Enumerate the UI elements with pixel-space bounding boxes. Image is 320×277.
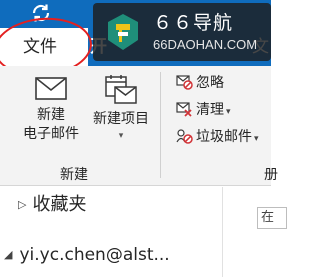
new-items-dropdown-caret[interactable]: ▾ <box>88 129 154 143</box>
group-label-new: 新建 <box>60 167 88 183</box>
clean-up-button[interactable]: 清理 ▾ <box>176 99 231 121</box>
new-items-button[interactable]: 新建项目 ▾ <box>88 74 154 143</box>
account-folder[interactable]: ◢ yi.yc.chen@alst... <box>4 245 170 265</box>
ignore-conversation-icon <box>176 75 193 90</box>
folder-pane: ▷ 收藏夹 在 ◢ yi.yc.chen@alst... <box>0 187 287 277</box>
site-watermark: ６６导航 66DAOHAN.COM <box>93 3 271 61</box>
junk-mail-button[interactable]: 垃圾邮件 ▾ <box>176 126 259 148</box>
expand-favorites-icon[interactable]: ▷ <box>18 198 26 211</box>
watermark-url: 66DAOHAN.COM <box>153 37 258 52</box>
junk-mail-label: 垃圾邮件 <box>196 129 252 145</box>
new-email-label-line1: 新建 <box>37 107 65 123</box>
favorites-folder[interactable]: ▷ 收藏夹 <box>18 190 86 216</box>
clean-up-icon <box>176 102 192 117</box>
envelope-icon <box>35 77 67 100</box>
account-label: yi.yc.chen@alst... <box>19 245 170 265</box>
new-email-button[interactable]: 新建 电子邮件 <box>14 74 88 144</box>
clean-up-label: 清理 <box>196 102 224 118</box>
tab-file[interactable]: 文件 <box>0 28 88 66</box>
ignore-label: 忽略 <box>196 75 224 91</box>
group-divider <box>160 72 161 178</box>
pane-separator <box>222 187 223 277</box>
calendar-envelope-icon <box>105 75 137 104</box>
66-navigation-logo-icon <box>108 14 138 50</box>
new-items-label: 新建项目 <box>93 111 149 127</box>
junk-mail-icon <box>176 129 193 144</box>
watermark-name: ６６导航 <box>153 12 234 34</box>
clean-up-dropdown-caret[interactable]: ▾ <box>226 107 231 117</box>
favorites-label: 收藏夹 <box>32 194 87 215</box>
ignore-button[interactable]: 忽略 <box>176 72 224 94</box>
group-label-delete-partial: 册 <box>264 167 278 183</box>
collapse-account-icon[interactable]: ◢ <box>4 248 12 261</box>
sync-icon[interactable] <box>29 1 53 25</box>
new-email-label-line2: 电子邮件 <box>23 126 79 142</box>
ribbon-home: 新建 电子邮件 新建项目 ▾ 新建 忽略 清理 ▾ 垃圾邮件 ▾ 册 <box>0 66 278 186</box>
search-input[interactable]: 在 <box>257 207 287 229</box>
junk-mail-dropdown-caret[interactable]: ▾ <box>254 134 259 144</box>
